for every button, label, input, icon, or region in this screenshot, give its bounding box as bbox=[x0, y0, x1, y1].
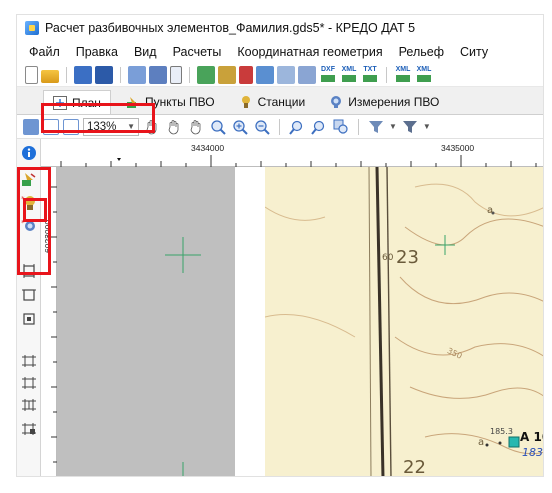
table-icon[interactable] bbox=[170, 65, 182, 84]
grid-cross-marker bbox=[165, 237, 201, 476]
xml-export-icon[interactable]: XML bbox=[340, 66, 358, 84]
frame-tool-icon-3[interactable] bbox=[21, 311, 37, 327]
frame-tool-icon-5[interactable] bbox=[21, 375, 37, 391]
book-icon[interactable] bbox=[239, 65, 253, 84]
app-icon bbox=[25, 21, 39, 35]
pan-hand-3-icon[interactable] bbox=[187, 118, 205, 136]
frame-tool-icon-6[interactable] bbox=[21, 397, 37, 413]
zoom-fit-icon[interactable] bbox=[209, 118, 227, 136]
document-icon[interactable] bbox=[277, 65, 295, 84]
frame-tool-icon-2[interactable] bbox=[21, 287, 37, 303]
ruler-x-label-1: 3434000 bbox=[191, 143, 225, 153]
zoom-previous-icon[interactable] bbox=[288, 118, 306, 136]
menu-bar: Файл Правка Вид Расчеты Координатная гео… bbox=[17, 41, 543, 63]
open-file-icon[interactable] bbox=[41, 69, 59, 83]
map-label-a-bottom: а bbox=[478, 437, 485, 448]
toolbar-separator bbox=[386, 66, 387, 83]
sheet-margin bbox=[235, 167, 265, 476]
menu-calculations[interactable]: Расчеты bbox=[165, 45, 230, 59]
xml-label: XML bbox=[341, 65, 357, 73]
map-label-23: 23 bbox=[396, 247, 419, 268]
map-label-a-top: а bbox=[487, 205, 494, 216]
layers-icon[interactable] bbox=[256, 65, 274, 84]
instrument-icon[interactable] bbox=[218, 65, 236, 84]
toolbar-separator bbox=[189, 66, 190, 83]
window-title: Расчет разбивочных элементов_Фамилия.gds… bbox=[45, 21, 416, 35]
save-icon[interactable] bbox=[74, 65, 92, 84]
txt-label: TXT bbox=[363, 65, 377, 73]
tab-measurements-pvo-label: Измерения ПВО bbox=[348, 95, 440, 109]
toolbar-separator bbox=[120, 66, 121, 83]
ruler-x-label-2: 3435000 bbox=[441, 143, 475, 153]
toolbar-separator bbox=[279, 118, 280, 135]
tab-stations[interactable]: Станции bbox=[230, 90, 315, 114]
map-label-185: 185.3 bbox=[490, 427, 513, 436]
zoom-object-icon[interactable] bbox=[332, 118, 350, 136]
highlight-plan-tab bbox=[41, 103, 155, 133]
map-canvas[interactable]: 60 23 350 а а 185.3 A 10/ 183, 22 bbox=[57, 167, 543, 477]
menu-file[interactable]: Файл bbox=[21, 45, 68, 59]
tab-stations-label: Станции bbox=[257, 95, 306, 109]
xml-import-2-label: XML bbox=[416, 65, 432, 73]
toolbar-separator bbox=[358, 118, 359, 135]
measurements-pvo-icon bbox=[329, 95, 343, 109]
title-bar: Расчет разбивочных элементов_Фамилия.gds… bbox=[17, 15, 543, 41]
document-export-icon[interactable] bbox=[298, 65, 316, 84]
filter-icon[interactable] bbox=[367, 118, 385, 136]
dxf-export-icon[interactable]: DXF bbox=[319, 66, 337, 84]
map-label-22: 22 bbox=[403, 457, 426, 477]
menu-situation[interactable]: Ситу bbox=[452, 45, 496, 59]
filter-2-dropdown-chevron-icon[interactable]: ▼ bbox=[423, 122, 431, 131]
filter-dropdown-chevron-icon[interactable]: ▼ bbox=[389, 122, 397, 131]
main-toolbar: DXF XML TXT XML XML bbox=[17, 63, 543, 87]
topographic-map: 60 23 350 а а 185.3 A 10/ 183, 22 bbox=[265, 167, 543, 477]
txt-export-icon[interactable]: TXT bbox=[361, 66, 379, 84]
survey-icon[interactable] bbox=[197, 65, 215, 84]
fit-view-icon[interactable] bbox=[23, 118, 39, 135]
frame-tool-icon-4[interactable] bbox=[21, 353, 37, 369]
highlight-points-tool bbox=[23, 198, 47, 222]
xml-import-icon[interactable]: XML bbox=[394, 66, 412, 84]
export-icon[interactable] bbox=[149, 65, 167, 84]
tab-points-pvo-label: Пункты ПВО bbox=[144, 95, 215, 109]
point-label-183: 183, bbox=[522, 446, 543, 459]
point-label-a10: A 10/ bbox=[520, 430, 543, 444]
zoom-next-icon[interactable] bbox=[310, 118, 328, 136]
new-file-icon[interactable] bbox=[25, 65, 38, 84]
dxf-label: DXF bbox=[321, 65, 335, 73]
info-icon[interactable] bbox=[21, 145, 37, 161]
horizontal-ruler: 3434000 3435000 bbox=[41, 139, 543, 167]
import-icon[interactable] bbox=[128, 65, 146, 84]
xml-import-2-icon[interactable]: XML bbox=[415, 66, 433, 84]
zoom-out-icon[interactable] bbox=[253, 118, 271, 136]
app-window: Расчет разбивочных элементов_Фамилия.gds… bbox=[16, 14, 544, 477]
menu-edit[interactable]: Правка bbox=[68, 45, 126, 59]
menu-view[interactable]: Вид bbox=[126, 45, 165, 59]
pan-hand-2-icon[interactable] bbox=[165, 118, 183, 136]
tab-measurements-pvo[interactable]: Измерения ПВО bbox=[320, 90, 448, 114]
stations-icon bbox=[239, 95, 253, 109]
frame-tool-icon-7[interactable] bbox=[21, 421, 37, 437]
save-all-icon[interactable] bbox=[95, 65, 113, 84]
xml-import-label: XML bbox=[395, 65, 411, 73]
toolbar-separator bbox=[66, 66, 67, 83]
menu-coordinate-geometry[interactable]: Координатная геометрия bbox=[229, 45, 390, 59]
filter-2-icon[interactable] bbox=[401, 118, 419, 136]
menu-relief[interactable]: Рельеф bbox=[391, 45, 452, 59]
zoom-in-icon[interactable] bbox=[231, 118, 249, 136]
map-label-superscript: 60 bbox=[382, 253, 394, 263]
